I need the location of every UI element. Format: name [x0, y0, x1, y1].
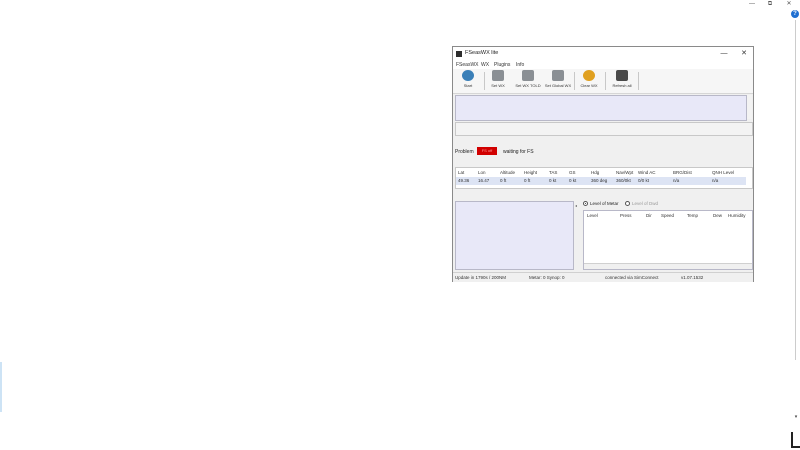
- host-close-button[interactable]: ✕: [783, 0, 795, 8]
- table-cell: 0/0 kt: [638, 178, 650, 183]
- table-cell: 0 kt: [569, 178, 577, 183]
- radio-label: Level of Metar: [590, 201, 619, 206]
- table-cell: 360 deg: [591, 178, 608, 183]
- refresh-all-label: Refresh all: [612, 83, 632, 88]
- resize-corner-icon[interactable]: [791, 432, 800, 448]
- set-wx-label: Set WX: [491, 83, 505, 88]
- status-row: Problem FS off waiting for FS: [455, 145, 751, 159]
- status-badge: FS off: [477, 147, 497, 155]
- menu-wx[interactable]: WX: [481, 62, 489, 68]
- column-header[interactable]: TAS: [549, 170, 557, 175]
- status-label: Problem: [455, 149, 474, 155]
- column-header[interactable]: Nav/Wpt: [616, 170, 633, 175]
- table-row[interactable]: 49.36 16.47 0 ft 0 ft 0 kt 0 kt 360 deg …: [456, 177, 746, 185]
- toolbar-separator: [638, 72, 639, 90]
- column-header[interactable]: Temp: [687, 213, 698, 218]
- menu-fseaswx[interactable]: FSeasWX: [456, 62, 479, 68]
- start-label: Start: [463, 83, 473, 88]
- level-table: Level Press Dir Speed Temp Dew Humidity: [583, 210, 753, 270]
- scrollbar-thumb[interactable]: [795, 20, 796, 360]
- column-header[interactable]: Level: [587, 213, 598, 218]
- collapse-arrow-icon[interactable]: ◂: [575, 203, 577, 208]
- left-edge-accent: [0, 362, 2, 412]
- connection-status: connected via SimConnect: [605, 275, 659, 280]
- column-header[interactable]: Humidity: [728, 213, 746, 218]
- column-header[interactable]: Wind AC: [638, 170, 656, 175]
- menu-bar: FSeasWX WX Plugins Info: [453, 61, 753, 69]
- table-cell: n/a: [712, 178, 719, 183]
- column-header[interactable]: Press: [620, 213, 632, 218]
- app-window: FSeasWX lite — ✕ FSeasWX WX Plugins Info…: [452, 46, 754, 282]
- weather-told-icon: [522, 70, 534, 81]
- set-wx-button[interactable]: Set WX: [483, 70, 513, 92]
- clear-wx-label: Clear WX: [580, 83, 598, 88]
- radio-label: Level of Dwd: [632, 201, 659, 206]
- table-cell: n/a: [673, 178, 680, 183]
- column-header[interactable]: GS: [569, 170, 576, 175]
- host-vertical-scrollbar[interactable]: ▾: [793, 20, 799, 420]
- info-field[interactable]: [455, 122, 753, 136]
- version-label: v1.07.1532: [681, 275, 704, 280]
- level-source-radio-group: Level of Metar Level of Dwd: [583, 200, 743, 208]
- clear-wx-button[interactable]: Clear WX: [574, 70, 604, 92]
- weather-set-icon: [492, 70, 504, 81]
- app-icon: [456, 51, 462, 57]
- menu-info[interactable]: Info: [516, 62, 524, 68]
- host-minimize-button[interactable]: —: [746, 0, 758, 8]
- column-header[interactable]: Speed: [661, 213, 674, 218]
- radio-level-of-metar[interactable]: [583, 201, 588, 206]
- scroll-down-arrow-icon[interactable]: ▾: [793, 414, 799, 420]
- table-cell: 0 kt: [549, 178, 557, 183]
- help-icon[interactable]: ?: [791, 10, 799, 18]
- clear-weather-icon: [583, 70, 595, 81]
- set-wx-told-button[interactable]: Set WX TOLD: [513, 70, 543, 92]
- host-restore-button[interactable]: ⧉: [764, 0, 776, 8]
- status-bar: Update in 1790s / 200NM Metar: 0 Synop: …: [453, 272, 753, 282]
- column-header[interactable]: Height: [524, 170, 537, 175]
- column-header[interactable]: Lat: [458, 170, 464, 175]
- close-button[interactable]: ✕: [737, 49, 751, 59]
- set-wx-told-label: Set WX TOLD: [515, 83, 541, 88]
- metar-scrollbar[interactable]: [747, 95, 752, 119]
- set-global-wx-button[interactable]: Set Global WX: [543, 70, 573, 92]
- update-status: Update in 1790s / 200NM: [455, 275, 507, 280]
- column-header[interactable]: QNH Level: [712, 170, 734, 175]
- column-header[interactable]: Lon: [478, 170, 486, 175]
- toolbar: Start Set WX Set WX TOLD Set Global WX C…: [453, 69, 753, 94]
- column-header[interactable]: BRG/Dist: [673, 170, 692, 175]
- start-button[interactable]: Start: [453, 70, 483, 92]
- globe-icon: [462, 70, 474, 81]
- column-header[interactable]: Hdg: [591, 170, 599, 175]
- metar-text-area[interactable]: [455, 95, 747, 121]
- flight-data-grid: Lat Lon Altitude Height TAS GS Hdg Nav/W…: [455, 167, 753, 189]
- table-cell: 16.47: [478, 178, 490, 183]
- refresh-all-button[interactable]: Refresh all: [607, 70, 637, 92]
- set-global-wx-label: Set Global WX: [544, 83, 572, 88]
- title-bar[interactable]: FSeasWX lite — ✕: [453, 47, 753, 61]
- column-header[interactable]: Dir: [646, 213, 652, 218]
- table-cell: 49.36: [458, 178, 470, 183]
- table-cell: 0 ft: [524, 178, 531, 183]
- minimize-button[interactable]: —: [717, 49, 731, 59]
- toolbar-separator: [605, 72, 606, 90]
- table-cell: 360/0kt: [616, 178, 631, 183]
- airplane-icon: [616, 70, 628, 81]
- weather-info-panel[interactable]: [455, 201, 574, 270]
- menu-plugins[interactable]: Plugins: [494, 62, 510, 68]
- column-header[interactable]: Dew: [713, 213, 722, 218]
- level-table-hscrollbar[interactable]: [584, 263, 752, 269]
- metar-count: Metar: 0 Synop: 0: [529, 275, 565, 280]
- radio-level-of-dwd[interactable]: [625, 201, 630, 206]
- column-header[interactable]: Altitude: [500, 170, 515, 175]
- weather-global-icon: [552, 70, 564, 81]
- window-title: FSeasWX lite: [465, 50, 499, 56]
- status-text: waiting for FS: [503, 149, 534, 155]
- table-cell: 0 ft: [500, 178, 507, 183]
